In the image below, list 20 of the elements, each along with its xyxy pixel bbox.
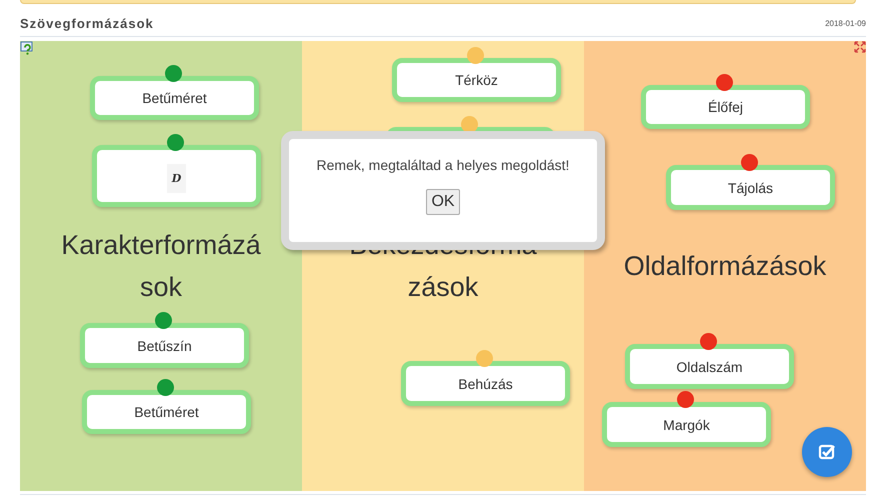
date-label: 2018-01-09 bbox=[825, 19, 866, 28]
draggable-card[interactable]: Oldalszám bbox=[625, 344, 794, 389]
draggable-card[interactable]: Margók bbox=[602, 402, 771, 447]
column-title: Oldalformázások bbox=[624, 250, 826, 283]
draggable-card[interactable]: Betűszín bbox=[80, 323, 249, 368]
draggable-card[interactable]: Tájolás bbox=[666, 165, 835, 210]
help-icon[interactable] bbox=[20, 41, 34, 55]
checkbox-icon bbox=[817, 442, 837, 462]
column-title: Karakterformázások bbox=[60, 229, 262, 304]
page-title: Szövegformázások bbox=[20, 16, 154, 31]
draggable-card[interactable]: D bbox=[92, 145, 261, 207]
letter-image: D bbox=[166, 164, 186, 192]
dialog-message: Remek, megtaláltad a helyes megoldást! bbox=[316, 157, 570, 173]
ok-button[interactable]: OK bbox=[426, 189, 460, 215]
draggable-card[interactable]: Élőfej bbox=[641, 85, 810, 129]
draggable-card[interactable]: Betűméret bbox=[90, 76, 259, 120]
draggable-card[interactable]: Behúzás bbox=[401, 361, 570, 406]
draggable-card[interactable]: Térköz bbox=[392, 58, 561, 102]
draggable-card[interactable]: Betűméret bbox=[82, 390, 251, 434]
fullscreen-icon[interactable] bbox=[854, 41, 866, 53]
